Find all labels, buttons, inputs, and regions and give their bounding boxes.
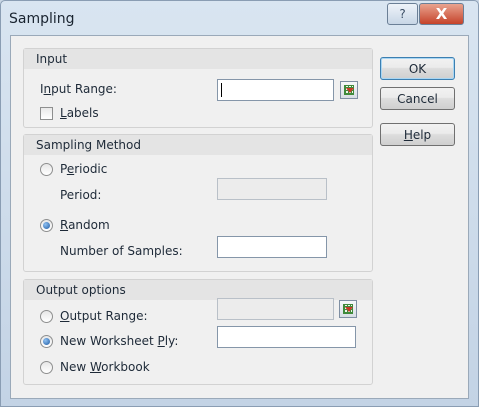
- new-worksheet-ply-input[interactable]: [218, 328, 355, 348]
- ok-button[interactable]: OK: [380, 57, 455, 80]
- random-radio[interactable]: [40, 219, 53, 232]
- output-range-radio[interactable]: [40, 310, 53, 323]
- output-range-refedit-button[interactable]: [339, 300, 357, 318]
- period-field[interactable]: [217, 178, 327, 200]
- input-group: Input Input Range: Labels: [23, 48, 373, 128]
- output-options-title: Output options: [24, 280, 372, 300]
- periodic-radio[interactable]: [40, 163, 53, 176]
- output-range-field[interactable]: [217, 298, 334, 320]
- number-of-samples-input[interactable]: [218, 238, 326, 258]
- number-of-samples-label: Number of Samples:: [60, 244, 183, 258]
- number-of-samples-field[interactable]: [217, 236, 327, 258]
- title-bar[interactable]: Sampling ? X: [1, 1, 478, 35]
- title-help-button[interactable]: ?: [387, 3, 418, 25]
- labels-checkbox[interactable]: [40, 107, 53, 120]
- periodic-label[interactable]: Periodic: [60, 162, 107, 176]
- period-label: Period:: [60, 188, 102, 202]
- cancel-button[interactable]: Cancel: [380, 87, 455, 110]
- new-workbook-radio[interactable]: [40, 361, 53, 374]
- input-range-label: Input Range:: [40, 82, 117, 96]
- sampling-method-group: Sampling Method Periodic Period: Random …: [23, 134, 373, 272]
- dialog-title: Sampling: [9, 11, 75, 27]
- input-range-refedit-button[interactable]: [340, 81, 358, 99]
- input-range-input[interactable]: [218, 81, 333, 101]
- close-button[interactable]: X: [419, 3, 464, 25]
- question-icon: ?: [399, 7, 406, 21]
- sampling-dialog: Sampling ? X Input Input Range: Labels S…: [0, 0, 479, 407]
- labels-label[interactable]: Labels: [60, 106, 99, 120]
- new-worksheet-ply-label[interactable]: New Worksheet Ply:: [60, 334, 178, 348]
- output-range-label[interactable]: Output Range:: [60, 309, 148, 323]
- output-options-group: Output options Output Range: New Workshe…: [23, 279, 373, 385]
- new-workbook-label[interactable]: New Workbook: [60, 360, 150, 374]
- close-icon: X: [435, 5, 448, 23]
- input-group-title: Input: [24, 49, 372, 69]
- random-label[interactable]: Random: [60, 218, 110, 232]
- help-button[interactable]: Help: [380, 123, 455, 146]
- sampling-method-title: Sampling Method: [24, 135, 372, 155]
- input-range-field[interactable]: [217, 79, 334, 101]
- output-range-input[interactable]: [218, 300, 333, 320]
- dialog-body: Input Input Range: Labels Sampling Metho…: [10, 35, 469, 399]
- text-caret: [221, 83, 222, 97]
- new-worksheet-ply-radio[interactable]: [40, 335, 53, 348]
- period-input[interactable]: [218, 180, 326, 200]
- new-worksheet-ply-field[interactable]: [217, 326, 356, 348]
